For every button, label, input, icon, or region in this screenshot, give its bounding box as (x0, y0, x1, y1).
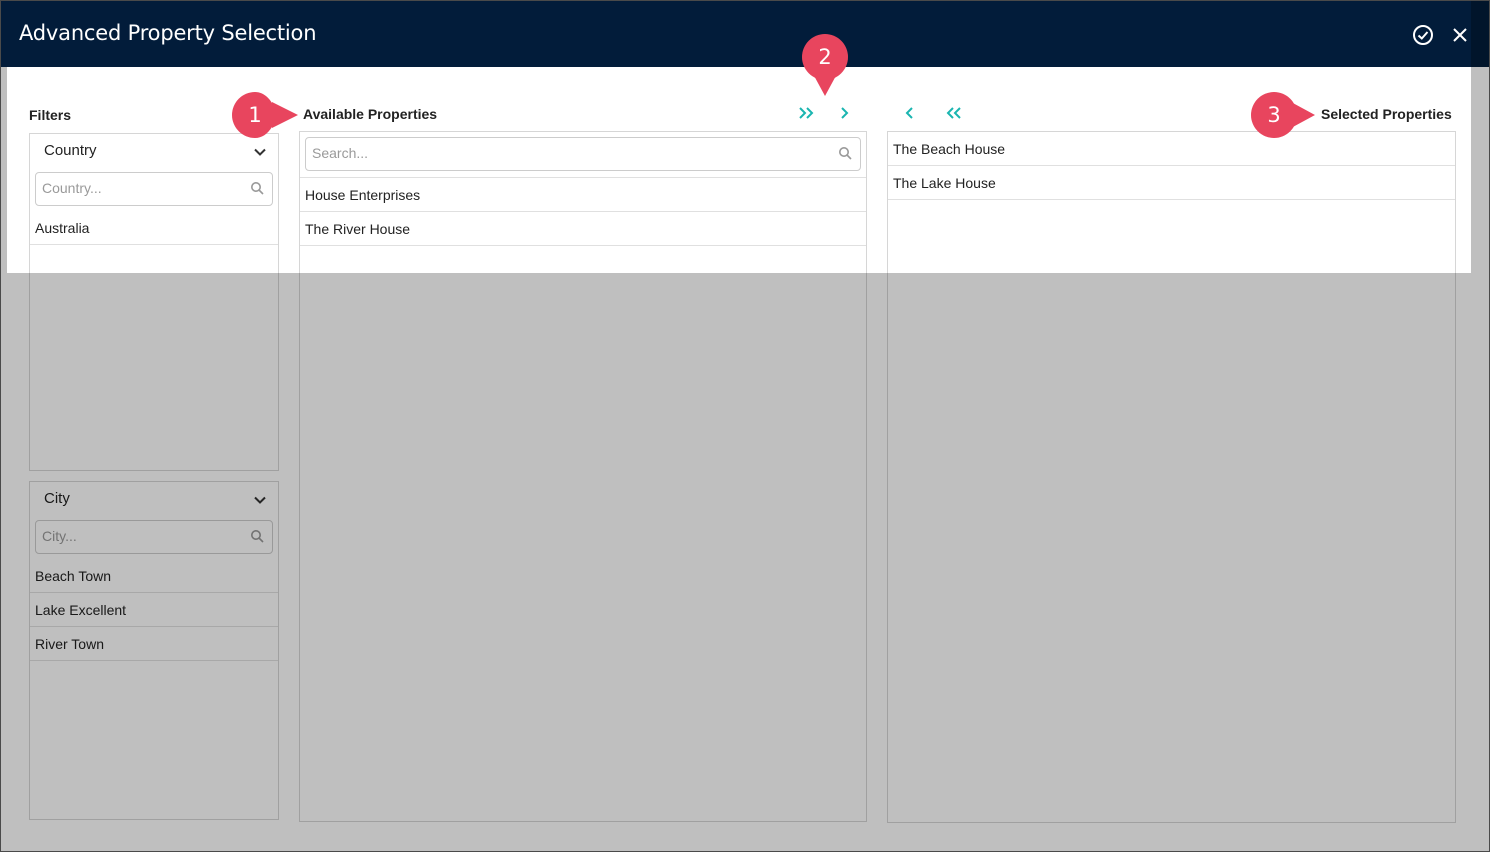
add-all-button[interactable] (794, 101, 818, 125)
callout-2: 2 (802, 34, 848, 96)
check-circle-icon (1413, 25, 1433, 45)
selected-item-the-beach-house[interactable]: The Beach House (888, 132, 1455, 166)
double-chevron-left-icon (946, 107, 961, 119)
available-item-house-enterprises[interactable]: House Enterprises (300, 178, 866, 212)
chevron-down-icon[interactable] (252, 144, 268, 160)
available-search-input[interactable] (306, 138, 756, 168)
available-item-the-river-house[interactable]: The River House (300, 212, 866, 246)
available-properties-panel: House Enterprises The River House (299, 131, 867, 822)
city-item-river-town[interactable]: River Town (30, 627, 278, 661)
city-item-lake-excellent[interactable]: Lake Excellent (30, 593, 278, 627)
city-search (35, 520, 273, 554)
city-item-beach-town[interactable]: Beach Town (30, 559, 278, 593)
city-filter-heading: City (44, 490, 70, 507)
filters-label: Filters (29, 107, 72, 123)
city-filter-panel: City Beach Town Lake Excellent River Tow… (29, 481, 279, 820)
chevron-right-icon (841, 107, 849, 119)
chevron-down-icon[interactable] (252, 492, 268, 508)
available-properties-label: Available Properties (303, 106, 438, 122)
search-icon (251, 530, 264, 543)
chevron-left-icon (905, 107, 913, 119)
country-search-input[interactable] (36, 173, 231, 203)
confirm-button[interactable] (1411, 23, 1435, 47)
available-search (305, 137, 861, 171)
country-search (35, 172, 273, 206)
dialog-title: Advanced Property Selection (19, 21, 317, 45)
country-filter-panel: Country Australia (29, 133, 279, 471)
callout-1: 1 (232, 92, 298, 138)
callout-3: 3 (1251, 92, 1315, 138)
selected-properties-panel: The Beach House The Lake House (887, 131, 1456, 823)
add-button[interactable] (832, 101, 856, 125)
close-button[interactable] (1448, 23, 1472, 47)
remove-all-button[interactable] (942, 101, 966, 125)
close-icon (1453, 28, 1467, 42)
city-search-input[interactable] (36, 521, 231, 551)
dialog-header: Advanced Property Selection (1, 1, 1489, 67)
search-icon (839, 147, 852, 160)
selected-item-the-lake-house[interactable]: The Lake House (888, 166, 1455, 200)
country-item-australia[interactable]: Australia (30, 211, 278, 245)
remove-button[interactable] (898, 101, 922, 125)
search-icon (251, 182, 264, 195)
double-chevron-right-icon (799, 107, 814, 119)
selected-properties-label: Selected Properties (1321, 106, 1452, 122)
country-filter-heading: Country (44, 142, 97, 159)
